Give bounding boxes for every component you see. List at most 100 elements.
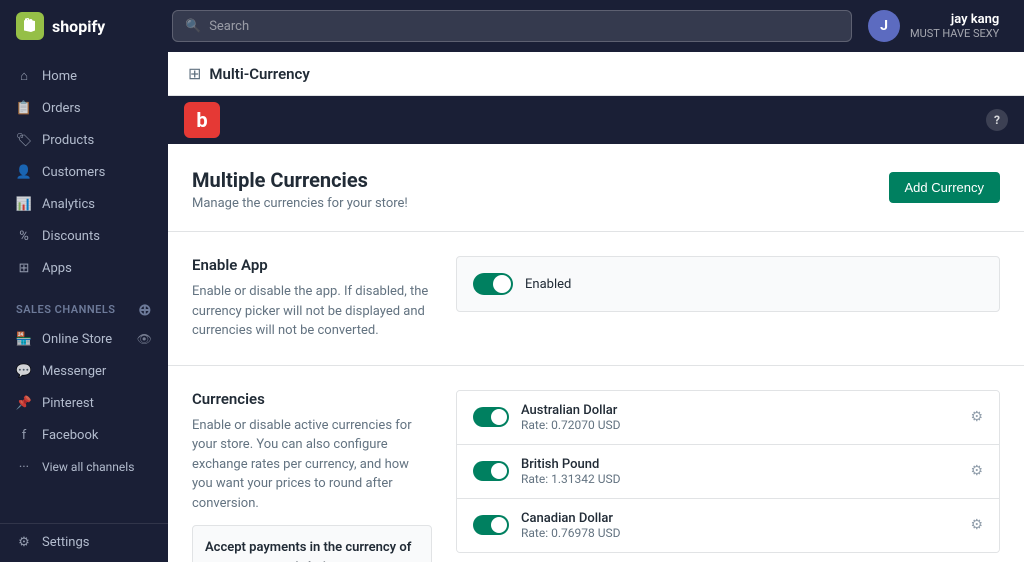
sidebar-label-home: Home (42, 69, 77, 84)
currency-toggle-cad[interactable] (473, 515, 509, 535)
top-nav: shopify 🔍 Search J jay kang MUST HAVE SE… (0, 0, 1024, 52)
avatar: J (868, 10, 900, 42)
currencies-inner: Currencies Enable or disable active curr… (168, 366, 1024, 562)
sidebar-item-settings[interactable]: ⚙ Settings (0, 523, 168, 558)
sidebar-label-pinterest: Pinterest (42, 396, 94, 411)
mc-subtitle: Manage the currencies for your store! (192, 196, 408, 211)
enable-app-right: Enabled (456, 256, 1000, 341)
currencies-desc: Enable or disable active currencies for … (192, 416, 432, 514)
user-tagline: MUST HAVE SEXY (910, 27, 999, 40)
page-header-title: Multi-Currency (209, 65, 309, 83)
orders-icon: 📋 (16, 100, 32, 116)
enable-app-toggle[interactable] (473, 273, 513, 295)
currency-item-gbp: British Pound Rate: 1.31342 USD ⚙ (457, 445, 999, 499)
user-name: jay kang (910, 12, 999, 27)
currency-name-gbp: British Pound (521, 457, 958, 472)
sidebar-label-discounts: Discounts (42, 229, 100, 244)
gear-icon-aud[interactable]: ⚙ (970, 409, 983, 425)
currency-toggle-aud[interactable] (473, 407, 509, 427)
sales-channels-label: SALES CHANNELS (16, 303, 116, 316)
enable-app-desc: Enable or disable the app. If disabled, … (192, 282, 432, 341)
discounts-icon: % (16, 228, 32, 244)
main-content: ⊞ Multi-Currency b ? Multiple Currencies… (168, 52, 1024, 562)
customers-icon: 👤 (16, 164, 32, 180)
currencies-left: Currencies Enable or disable active curr… (192, 390, 432, 562)
currency-name-aud: Australian Dollar (521, 403, 958, 418)
toggle-label: Enabled (525, 277, 571, 292)
help-button[interactable]: ? (986, 109, 1008, 131)
sidebar-item-apps[interactable]: ⊞ Apps (0, 252, 168, 284)
eye-icon[interactable]: 👁 (137, 332, 152, 346)
sidebar-label-orders: Orders (42, 101, 81, 116)
sidebar-label-settings: Settings (42, 535, 89, 550)
app-logo-letter: b (196, 108, 207, 132)
shopify-wordmark: shopify (52, 17, 105, 36)
app-logo: b (184, 102, 220, 138)
currency-name-cad: Canadian Dollar (521, 511, 958, 526)
sidebar-label-messenger: Messenger (42, 364, 106, 379)
add-channel-icon[interactable]: ⊕ (138, 300, 152, 319)
sidebar-item-customers[interactable]: 👤 Customers (0, 156, 168, 188)
sidebar-item-online-store[interactable]: 🏪 Online Store 👁 (0, 323, 168, 355)
sidebar: ⌂ Home 📋 Orders 🏷 Products 👤 Customers 📊… (0, 52, 168, 562)
enable-app-inner: Enable App Enable or disable the app. If… (168, 232, 1024, 365)
currencies-section: Currencies Enable or disable active curr… (168, 366, 1024, 562)
gear-icon-gbp[interactable]: ⚙ (970, 463, 983, 479)
sidebar-item-analytics[interactable]: 📊 Analytics (0, 188, 168, 220)
sidebar-label-apps: Apps (42, 261, 72, 276)
shopify-logo-icon (16, 12, 44, 40)
info-box-title: Accept payments in the currency of your … (205, 538, 419, 562)
toggle-row: Enabled (456, 256, 1000, 312)
pinterest-icon: 📌 (16, 395, 32, 411)
products-icon: 🏷 (16, 132, 32, 148)
sidebar-item-home[interactable]: ⌂ Home (0, 60, 168, 92)
apps-icon: ⊞ (16, 260, 32, 276)
add-currency-button[interactable]: Add Currency (889, 172, 1000, 203)
gear-icon-cad[interactable]: ⚙ (970, 517, 983, 533)
help-icon: ? (994, 113, 1000, 127)
app-banner: b ? (168, 96, 1024, 144)
online-store-icon: 🏪 (16, 331, 32, 347)
currency-item-cad: Canadian Dollar Rate: 0.76978 USD ⚙ (457, 499, 999, 552)
enable-app-left: Enable App Enable or disable the app. If… (192, 256, 432, 341)
home-icon: ⌂ (16, 68, 32, 84)
user-info: jay kang MUST HAVE SEXY (910, 12, 999, 40)
sidebar-item-products[interactable]: 🏷 Products (0, 124, 168, 156)
dots-icon: ··· (16, 459, 32, 475)
currency-rate-aud: Rate: 0.72070 USD (521, 418, 958, 432)
app-body: ⌂ Home 📋 Orders 🏷 Products 👤 Customers 📊… (0, 52, 1024, 562)
user-section: J jay kang MUST HAVE SEXY (868, 10, 999, 42)
sidebar-item-view-all-channels[interactable]: ··· View all channels (0, 451, 168, 483)
mc-title-area: Multiple Currencies Manage the currencie… (192, 168, 408, 211)
currency-info-gbp: British Pound Rate: 1.31342 USD (521, 457, 958, 486)
currency-toggle-gbp[interactable] (473, 461, 509, 481)
currency-list: Australian Dollar Rate: 0.72070 USD ⚙ Br… (456, 390, 1000, 553)
shopify-logo: shopify (16, 12, 156, 40)
sidebar-label-online-store: Online Store (42, 332, 112, 347)
sidebar-item-orders[interactable]: 📋 Orders (0, 92, 168, 124)
multicurrency-header-icon: ⊞ (188, 64, 201, 83)
search-placeholder: Search (209, 19, 249, 34)
sidebar-item-messenger[interactable]: 💬 Messenger (0, 355, 168, 387)
avatar-initials: J (880, 18, 888, 34)
sidebar-item-pinterest[interactable]: 📌 Pinterest (0, 387, 168, 419)
sidebar-label-customers: Customers (42, 165, 105, 180)
sidebar-label-facebook: Facebook (42, 428, 98, 443)
sidebar-item-facebook[interactable]: f Facebook (0, 419, 168, 451)
currencies-right: Australian Dollar Rate: 0.72070 USD ⚙ Br… (456, 390, 1000, 562)
messenger-icon: 💬 (16, 363, 32, 379)
enable-app-section: Enable App Enable or disable the app. If… (168, 232, 1024, 366)
currencies-title: Currencies (192, 390, 432, 408)
page-header: ⊞ Multi-Currency (168, 52, 1024, 96)
sidebar-label-products: Products (42, 133, 94, 148)
sidebar-item-discounts[interactable]: % Discounts (0, 220, 168, 252)
mc-title: Multiple Currencies (192, 168, 408, 192)
search-icon: 🔍 (185, 19, 201, 34)
currency-info-cad: Canadian Dollar Rate: 0.76978 USD (521, 511, 958, 540)
search-bar[interactable]: 🔍 Search (172, 10, 852, 42)
mc-header: Multiple Currencies Manage the currencie… (168, 144, 1024, 232)
currency-info-aud: Australian Dollar Rate: 0.72070 USD (521, 403, 958, 432)
currency-rate-cad: Rate: 0.76978 USD (521, 526, 958, 540)
analytics-icon: 📊 (16, 196, 32, 212)
info-box: Accept payments in the currency of your … (192, 525, 432, 562)
